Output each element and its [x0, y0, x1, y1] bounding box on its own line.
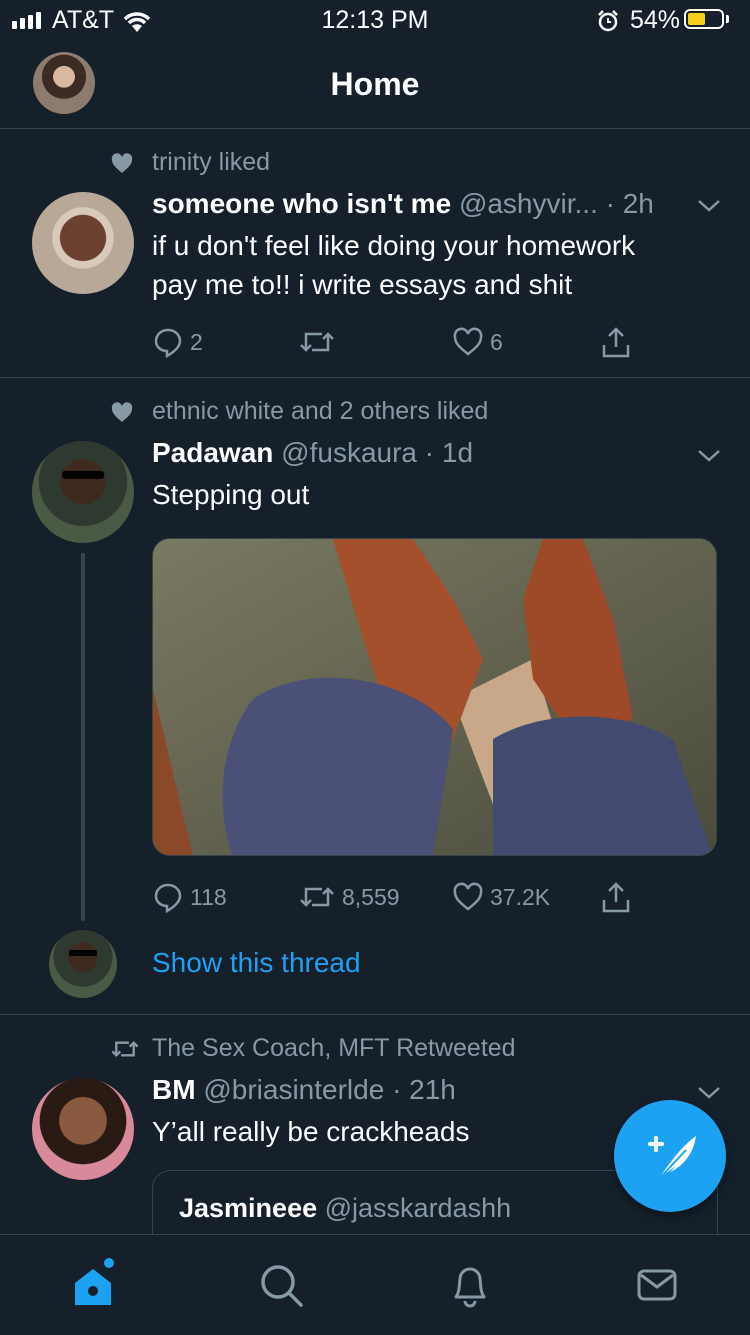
heart-outline-icon — [453, 327, 483, 356]
reply-icon — [154, 328, 182, 358]
compose-tweet-button[interactable] — [614, 1100, 726, 1212]
tweet-text: Y’all really be crackheads — [152, 1116, 470, 1147]
status-bar: AT&T 12:13 PM 54% — [0, 0, 750, 42]
boots-photo — [153, 539, 716, 855]
battery-icon — [684, 9, 724, 29]
battery-tip — [726, 15, 729, 23]
avatar[interactable] — [32, 441, 134, 543]
avatar[interactable] — [32, 1078, 134, 1180]
tweet-actions: 118 8,559 37.2K — [152, 877, 652, 917]
sunglasses-shape — [62, 471, 104, 479]
search-icon — [261, 1265, 303, 1307]
retweet-icon — [300, 332, 334, 352]
social-context: ethnic white and 2 others liked — [152, 397, 489, 425]
display-name[interactable]: BM — [152, 1074, 196, 1105]
share-button[interactable] — [600, 322, 632, 362]
tab-messages[interactable] — [627, 1255, 687, 1315]
home-icon — [75, 1258, 114, 1305]
divider — [0, 1014, 750, 1015]
tab-search[interactable] — [251, 1255, 311, 1315]
tweet-header: Padawan @fuskaura · 1d — [152, 437, 473, 469]
like-count: 37.2K — [490, 883, 551, 910]
user-handle[interactable]: @briasinterlde — [203, 1074, 384, 1105]
social-context: trinity liked — [152, 148, 271, 176]
share-icon — [602, 882, 630, 913]
battery-percent: 54% — [630, 6, 681, 34]
heart-icon — [111, 402, 133, 422]
like-button[interactable]: 6 — [452, 322, 503, 362]
quoted-display-name: Jasmineee — [179, 1193, 318, 1223]
avatar[interactable] — [32, 192, 134, 294]
share-button[interactable] — [600, 877, 632, 917]
tweet-media-image[interactable] — [152, 538, 717, 856]
compose-feather-icon — [648, 1136, 696, 1181]
reply-icon — [154, 883, 182, 913]
display-name[interactable]: Padawan — [152, 437, 273, 468]
tweet-time: · 1d — [424, 437, 474, 468]
user-handle[interactable]: @fuskaura — [281, 437, 417, 468]
like-button[interactable]: 37.2K — [452, 877, 550, 917]
retweet-icon — [111, 1041, 139, 1057]
bell-icon — [454, 1267, 486, 1308]
tab-home[interactable] — [63, 1255, 123, 1315]
user-handle[interactable]: @ashyvir... — [459, 188, 598, 219]
tweet-header: BM @briasinterlde · 21h — [152, 1074, 456, 1106]
reply-count: 2 — [190, 328, 203, 355]
divider — [0, 377, 750, 378]
alarm-icon — [598, 10, 618, 32]
reply-button[interactable]: 2 — [152, 322, 203, 362]
like-count: 6 — [490, 328, 503, 355]
tweet-time: · 21h — [392, 1074, 456, 1105]
tweet-text-line: if u don't feel like doing your homework — [152, 230, 636, 261]
tab-notifications[interactable] — [440, 1255, 500, 1315]
heart-outline-icon — [453, 882, 483, 911]
page-title: Home — [330, 66, 420, 102]
top-nav-bar: Home — [0, 42, 750, 129]
chevron-down-icon[interactable] — [696, 446, 722, 466]
tweet-text-line: pay me to!! i write essays and shit — [152, 269, 573, 300]
show-thread-link[interactable]: Show this thread — [152, 947, 361, 979]
tweet-actions: 2 6 — [152, 322, 652, 362]
display-name[interactable]: someone who isn't me — [152, 188, 451, 219]
reply-button[interactable]: 118 — [152, 877, 227, 917]
reply-count: 118 — [190, 883, 227, 910]
tweet-header: someone who isn't me @ashyvir... · 2h — [152, 188, 654, 220]
tweet-text: Stepping out — [152, 479, 310, 510]
thread-connector-line — [81, 553, 85, 921]
chevron-down-icon[interactable] — [696, 196, 722, 216]
thread-avatar[interactable] — [49, 930, 117, 998]
share-icon — [602, 327, 630, 358]
bottom-tab-bar — [0, 1234, 750, 1335]
sunglasses-shape — [69, 950, 97, 956]
heart-icon — [111, 153, 133, 173]
retweet-button[interactable] — [298, 322, 336, 362]
quoted-tweet-header: Jasmineee @jasskardashh — [179, 1193, 511, 1224]
retweet-count: 8,559 — [342, 883, 400, 910]
mail-icon — [637, 1269, 677, 1301]
tweet-time: · 2h — [605, 188, 654, 219]
tweet-text: if u don't feel like doing your homework… — [152, 226, 635, 304]
quoted-user-handle: @jasskardashh — [324, 1193, 512, 1223]
retweet-button[interactable]: 8,559 — [298, 877, 400, 917]
social-context: The Sex Coach, MFT Retweeted — [152, 1034, 516, 1062]
retweet-icon — [300, 887, 334, 907]
